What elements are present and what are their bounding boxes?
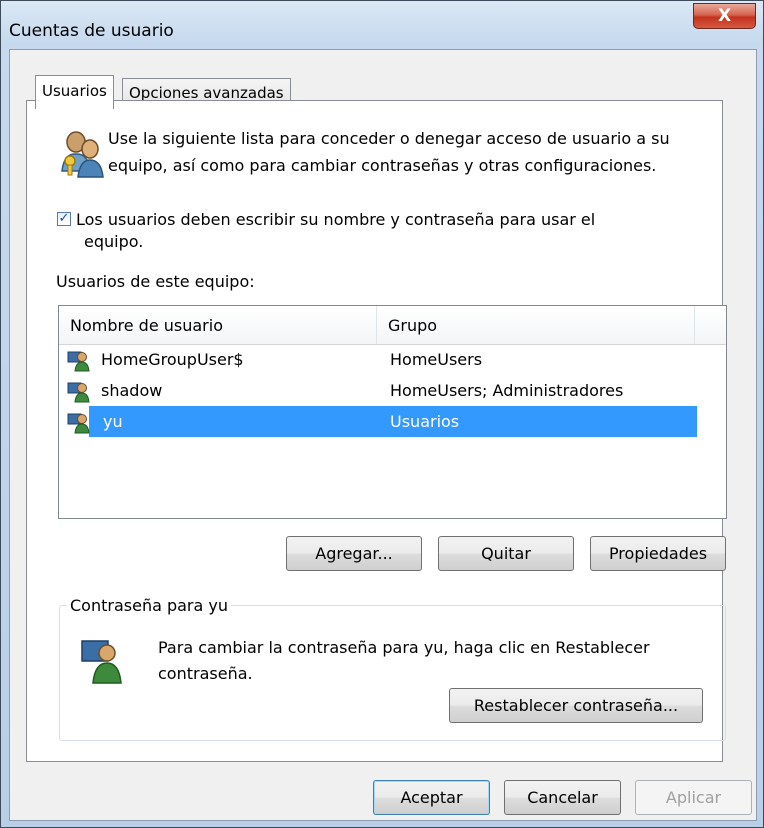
user-group-cell: HomeUsers; Administradores bbox=[390, 381, 624, 400]
reset-password-button[interactable]: Restablecer contraseña... bbox=[449, 688, 703, 723]
close-button[interactable]: X bbox=[693, 3, 756, 29]
users-keys-icon bbox=[61, 131, 104, 178]
require-login-label-line2[interactable]: equipo. bbox=[84, 232, 143, 251]
close-icon: X bbox=[717, 6, 732, 26]
column-header-username[interactable]: Nombre de usuario bbox=[59, 306, 377, 344]
listview-header: Nombre de usuario Grupo bbox=[59, 306, 726, 345]
user-icon bbox=[67, 413, 90, 434]
cancel-button[interactable]: Cancelar bbox=[504, 780, 621, 815]
tab-usuarios[interactable]: Usuarios bbox=[35, 75, 114, 109]
table-row-selected[interactable]: yu Usuarios bbox=[59, 406, 699, 437]
user-password-icon bbox=[81, 640, 122, 684]
title-bar[interactable]: Cuentas de usuario X bbox=[1, 1, 763, 49]
users-listview[interactable]: Nombre de usuario Grupo HomeGroupUser$ H… bbox=[58, 305, 727, 519]
password-group-text: Para cambiar la contraseña para yu, haga… bbox=[158, 638, 650, 683]
window-title: Cuentas de usuario bbox=[9, 21, 174, 41]
require-login-checkbox[interactable]: ✓ bbox=[57, 212, 71, 226]
user-icon bbox=[67, 351, 90, 372]
users-list-label: Usuarios de este equipo: bbox=[56, 272, 255, 291]
user-icon bbox=[67, 382, 90, 403]
tab-usuarios-label: Usuarios bbox=[42, 82, 107, 100]
user-group-cell: Usuarios bbox=[390, 412, 460, 431]
properties-button[interactable]: Propiedades bbox=[590, 536, 726, 571]
password-groupbox-title: Contraseña para yu bbox=[67, 595, 232, 617]
add-user-button[interactable]: Agregar... bbox=[286, 536, 422, 571]
table-row[interactable]: shadow HomeUsers; Administradores bbox=[59, 375, 699, 406]
user-group-cell: HomeUsers bbox=[390, 350, 483, 369]
remove-user-button[interactable]: Quitar bbox=[438, 536, 574, 571]
ok-button[interactable]: Aceptar bbox=[373, 780, 490, 815]
apply-button[interactable]: Aplicar bbox=[635, 780, 752, 815]
column-header-group[interactable]: Grupo bbox=[377, 306, 695, 344]
table-row[interactable]: HomeGroupUser$ HomeUsers bbox=[59, 344, 699, 375]
user-accounts-window: Cuentas de usuario X Usuarios Opciones a… bbox=[0, 0, 764, 828]
intro-text: Use la siguiente lista para conceder o d… bbox=[108, 129, 670, 175]
require-login-label-line1[interactable]: Los usuarios deben escribir su nombre y … bbox=[76, 207, 676, 233]
